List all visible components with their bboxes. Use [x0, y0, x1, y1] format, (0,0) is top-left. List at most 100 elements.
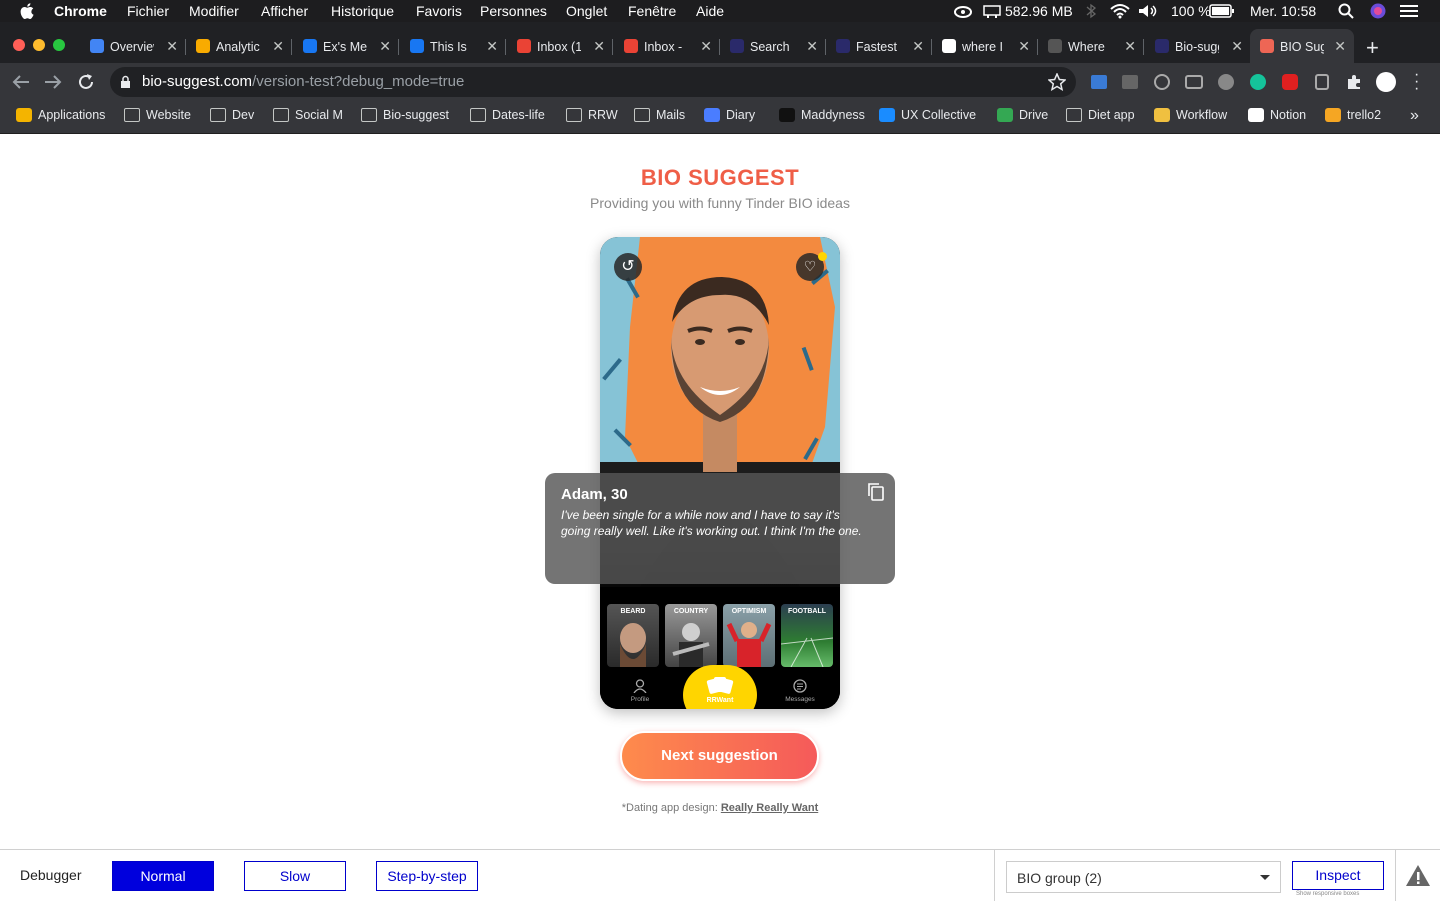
- center-nav-button[interactable]: RRWant: [683, 665, 757, 709]
- window-minimize-button[interactable]: [33, 39, 45, 51]
- app-name[interactable]: Chrome: [54, 3, 107, 19]
- battery-percent: 100 %: [1171, 3, 1211, 19]
- bookmark-star-icon[interactable]: [1048, 73, 1066, 91]
- tab-close-icon[interactable]: ✕: [379, 38, 391, 55]
- profile-avatar[interactable]: [1376, 72, 1396, 92]
- address-bar[interactable]: bio-suggest.com/version-test?debug_mode=…: [110, 67, 1076, 97]
- extension-code-icon[interactable]: [1122, 75, 1138, 89]
- window-zoom-button[interactable]: [53, 39, 65, 51]
- tab-close-icon[interactable]: ✕: [806, 38, 818, 55]
- interest-tile-beard[interactable]: BEARD: [607, 604, 659, 667]
- interest-tile-country[interactable]: COUNTRY: [665, 604, 717, 667]
- browser-tab[interactable]: This Is ✕: [400, 29, 506, 63]
- browser-tab[interactable]: Where ✕: [1038, 29, 1144, 63]
- apple-icon[interactable]: [20, 3, 34, 19]
- memory-icon[interactable]: [983, 4, 1001, 18]
- bio-group-select[interactable]: BIO group (2): [1006, 861, 1281, 893]
- menu-onglet[interactable]: Onglet: [566, 3, 607, 19]
- menu-afficher[interactable]: Afficher: [261, 3, 308, 19]
- new-tab-icon[interactable]: +: [1366, 35, 1379, 61]
- tab-close-icon[interactable]: ✕: [166, 38, 178, 55]
- extension-globe-icon[interactable]: [1154, 74, 1170, 90]
- siri-icon[interactable]: [1370, 3, 1386, 19]
- control-center-icon[interactable]: [1400, 4, 1418, 18]
- messages-nav-label[interactable]: Messages: [780, 696, 820, 703]
- browser-tab[interactable]: Analytics ✕: [186, 29, 292, 63]
- tab-favicon-icon: [942, 39, 956, 53]
- browser-tab[interactable]: Inbox - ✕: [614, 29, 720, 63]
- more-bookmarks-icon[interactable]: »: [1410, 107, 1419, 125]
- spotlight-search-icon[interactable]: [1338, 3, 1354, 19]
- browser-tab[interactable]: Ex's Messenger ✕: [293, 29, 399, 63]
- slow-mode-button[interactable]: Slow: [244, 861, 346, 891]
- tab-close-icon[interactable]: ✕: [593, 38, 605, 55]
- folder-icon: [566, 108, 582, 122]
- tab-close-icon[interactable]: ✕: [486, 38, 498, 55]
- window-close-button[interactable]: [13, 39, 25, 51]
- lock-icon[interactable]: [120, 75, 131, 89]
- tab-close-icon[interactable]: ✕: [1124, 38, 1136, 55]
- reload-icon[interactable]: [77, 73, 95, 91]
- menu-aide[interactable]: Aide: [696, 3, 724, 19]
- browser-tab[interactable]: BIO Suggest ✕: [1250, 29, 1354, 63]
- interest-tile-football[interactable]: FOOTBALL: [781, 604, 833, 667]
- menu-fenetre[interactable]: Fenêtre: [628, 3, 676, 19]
- debugger-label: Debugger: [20, 867, 82, 883]
- tab-favicon-icon: [303, 39, 317, 53]
- browser-tab[interactable]: Overview ✕: [80, 29, 186, 63]
- grammarly-icon[interactable]: [1250, 74, 1266, 90]
- adblock-icon[interactable]: [1282, 74, 1298, 90]
- volume-icon[interactable]: [1138, 4, 1158, 18]
- rewind-icon[interactable]: ↺: [614, 253, 642, 281]
- tab-close-icon[interactable]: ✕: [1018, 38, 1030, 55]
- extension-icon-1[interactable]: [1091, 75, 1107, 89]
- messages-nav-icon[interactable]: [793, 679, 807, 693]
- browser-tab[interactable]: Fastest ✕: [826, 29, 932, 63]
- browser-tab[interactable]: Inbox (1) ✕: [507, 29, 613, 63]
- forward-arrow-icon[interactable]: [44, 74, 62, 90]
- warning-icon[interactable]: [1405, 864, 1431, 887]
- creative-cloud-icon[interactable]: [953, 4, 973, 18]
- profile-nav-icon[interactable]: [633, 679, 647, 693]
- tab-close-icon[interactable]: ✕: [700, 38, 712, 55]
- menu-modifier[interactable]: Modifier: [189, 3, 239, 19]
- bookmark-label: RRW: [588, 108, 618, 122]
- tab-close-icon[interactable]: ✕: [912, 38, 924, 55]
- browser-tab[interactable]: where I ✕: [932, 29, 1038, 63]
- chrome-menu-icon[interactable]: · · ·: [1414, 67, 1419, 97]
- tab-close-icon[interactable]: ✕: [1334, 38, 1346, 55]
- profile-nav-label[interactable]: Profile: [620, 696, 660, 703]
- bookmark-label: UX Collective: [901, 108, 977, 122]
- tab-favicon-icon: [1155, 39, 1169, 53]
- tab-title: Where: [1068, 40, 1105, 54]
- inspect-button[interactable]: Inspect: [1292, 861, 1384, 890]
- extension-k-icon[interactable]: [1218, 74, 1234, 90]
- browser-tab[interactable]: Bio-suggest ✕: [1145, 29, 1251, 63]
- extensions-puzzle-icon[interactable]: [1346, 74, 1362, 90]
- copy-icon[interactable]: [867, 482, 885, 502]
- menu-favoris[interactable]: Favoris: [416, 3, 462, 19]
- bookmark-label: Dates-life: [492, 108, 545, 122]
- back-arrow-icon[interactable]: [12, 74, 30, 90]
- step-by-step-button[interactable]: Step-by-step: [376, 861, 478, 891]
- interest-tile-optimism[interactable]: OPTIMISM: [723, 604, 775, 667]
- menu-fichier[interactable]: Fichier: [127, 3, 169, 19]
- browser-tab[interactable]: Search ✕: [720, 29, 826, 63]
- battery-icon[interactable]: [1209, 4, 1235, 18]
- extension-a-icon[interactable]: [1315, 74, 1329, 90]
- extension-seo-icon[interactable]: [1185, 75, 1203, 89]
- tab-close-icon[interactable]: ✕: [272, 38, 284, 55]
- tab-title: Overview: [110, 40, 154, 54]
- bookmark-icon: [16, 108, 32, 122]
- folder-icon: [361, 108, 377, 122]
- next-suggestion-button[interactable]: Next suggestion: [620, 731, 819, 781]
- normal-mode-button[interactable]: Normal: [112, 861, 214, 891]
- wifi-icon[interactable]: [1110, 3, 1130, 19]
- clock[interactable]: Mer. 10:58: [1250, 3, 1316, 19]
- design-credit-link[interactable]: Really Really Want: [721, 802, 818, 814]
- menu-personnes[interactable]: Personnes: [480, 3, 547, 19]
- tab-close-icon[interactable]: ✕: [1231, 38, 1243, 55]
- bluetooth-icon[interactable]: [1085, 3, 1097, 19]
- bookmark-label: Workflow: [1176, 108, 1228, 122]
- menu-historique[interactable]: Historique: [331, 3, 394, 19]
